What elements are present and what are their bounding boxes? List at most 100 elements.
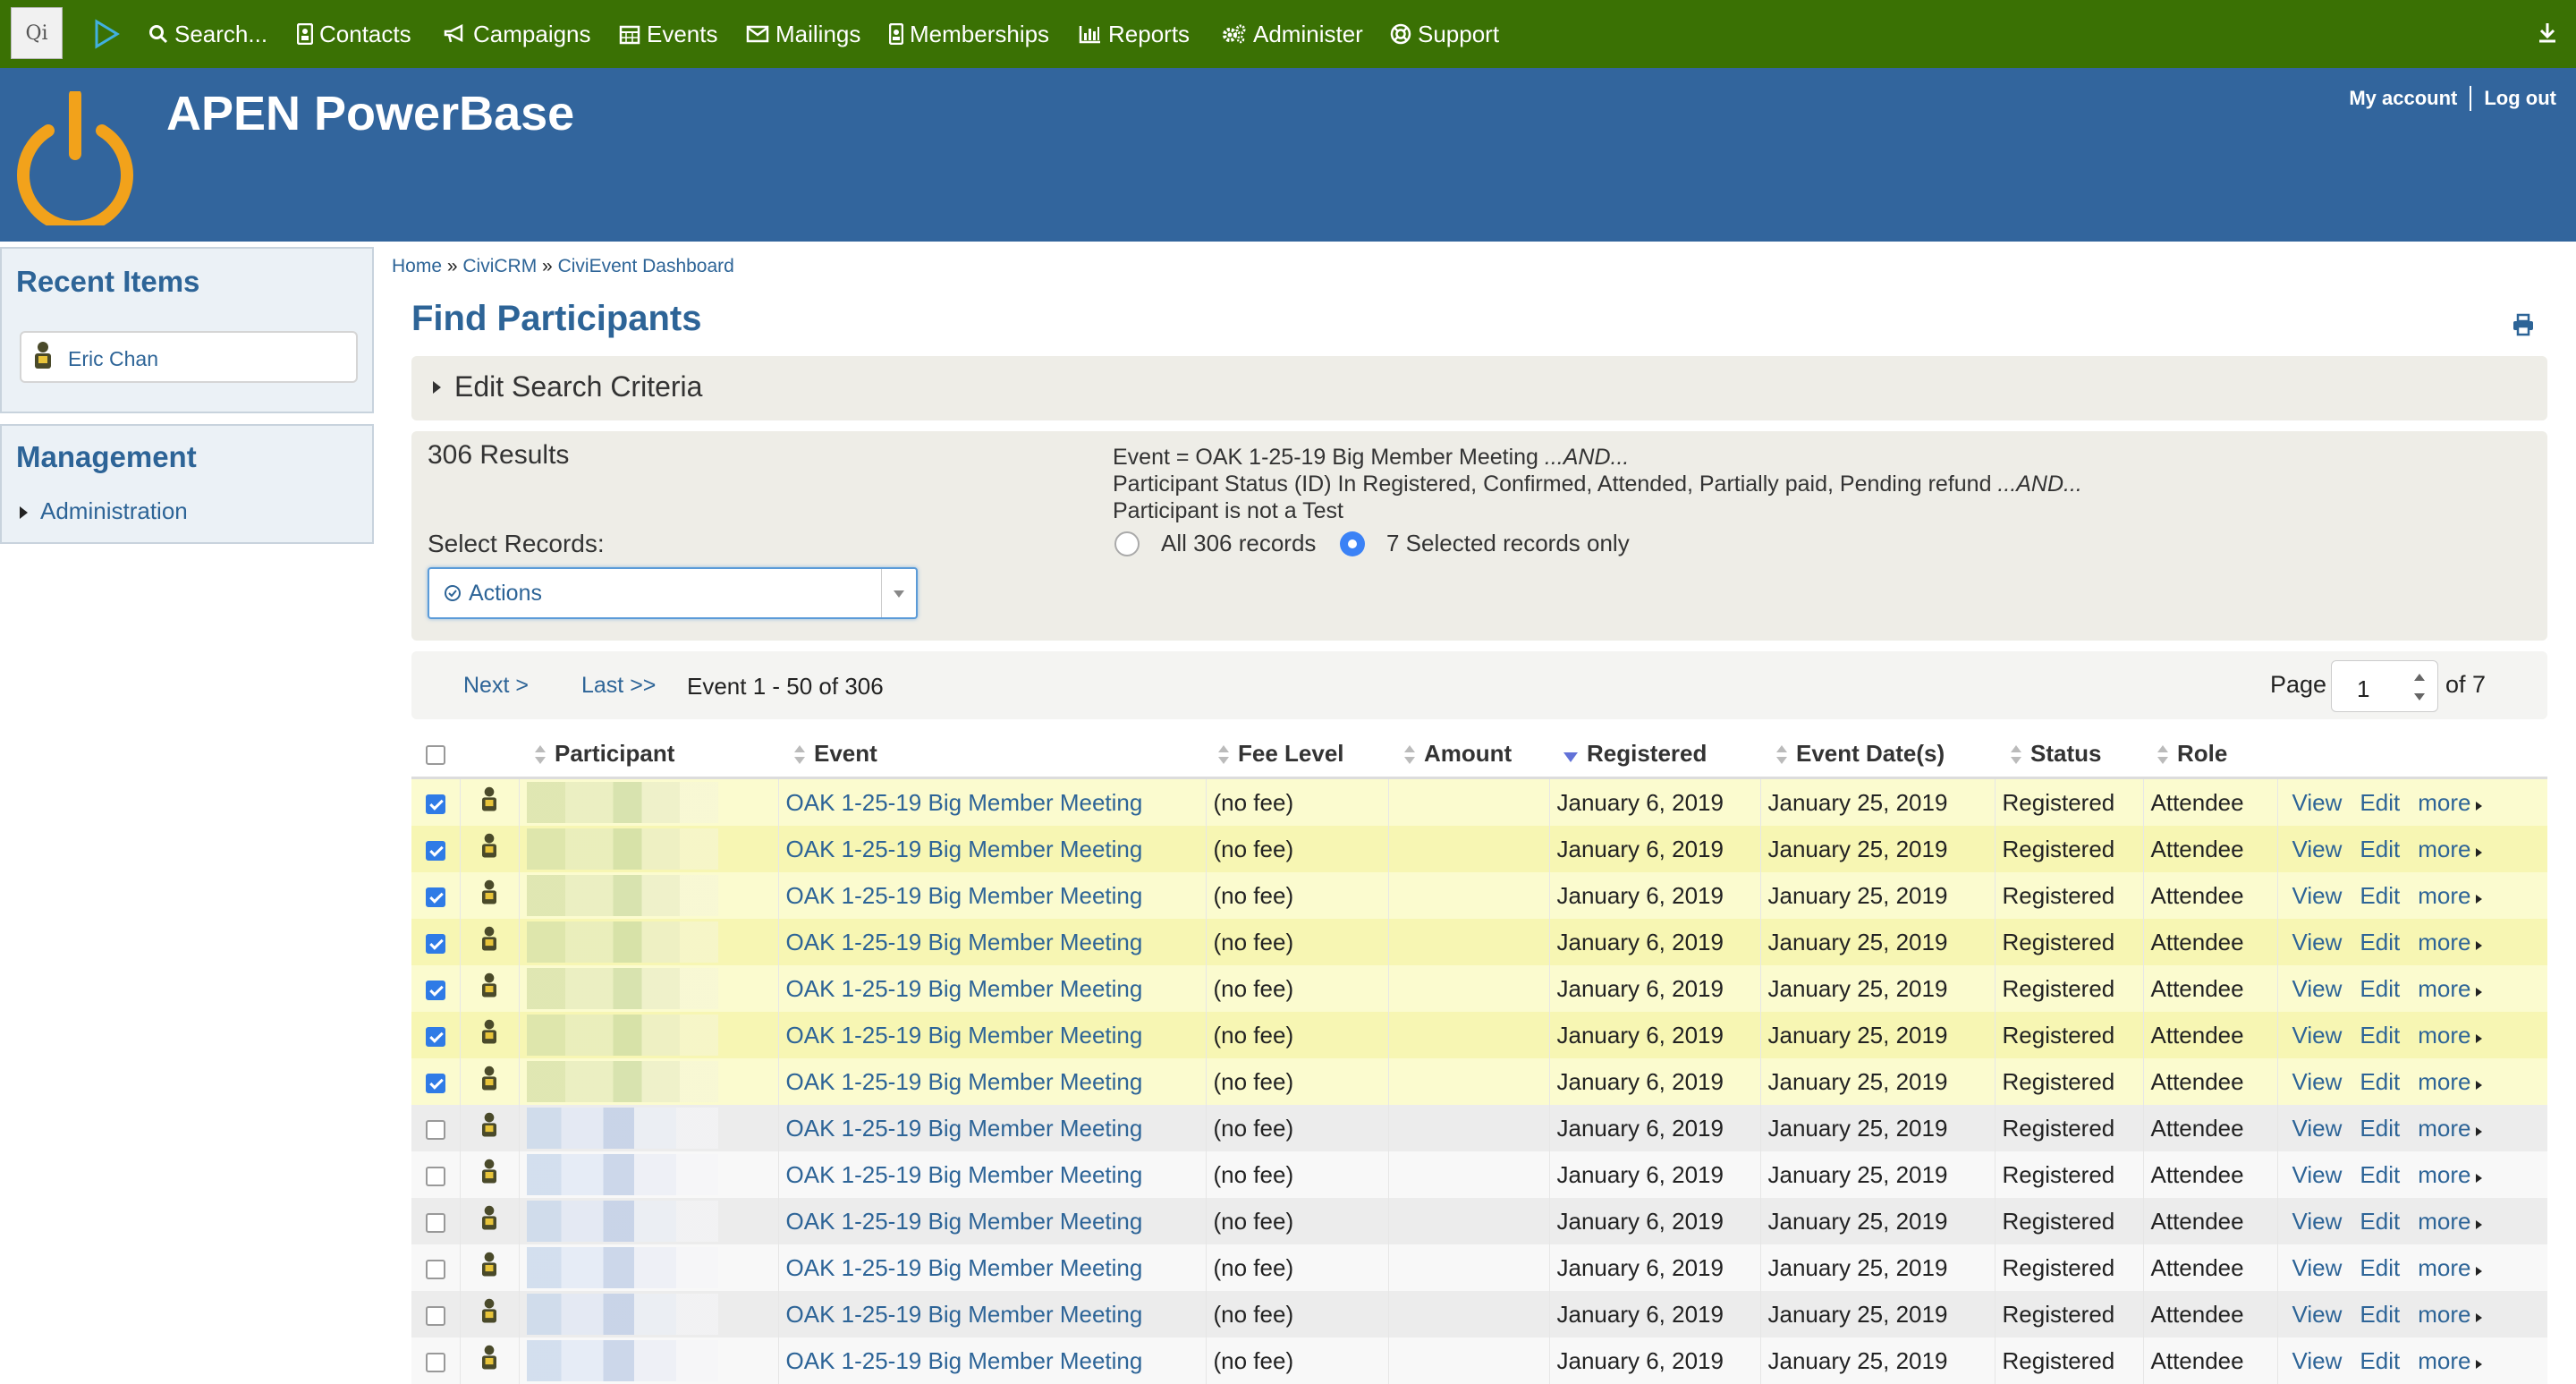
contact-person-icon[interactable]	[479, 1112, 499, 1145]
view-link[interactable]: View	[2292, 1068, 2343, 1095]
contact-person-icon[interactable]	[479, 1345, 499, 1378]
row-checkbox[interactable]	[425, 887, 445, 907]
menu-item-contacts[interactable]: Contacts	[297, 0, 411, 68]
radio-selected-records[interactable]: 7 Selected records only	[1340, 530, 1630, 557]
event-link[interactable]: OAK 1-25-19 Big Member Meeting	[786, 1347, 1143, 1374]
edit-link[interactable]: Edit	[2360, 1301, 2400, 1328]
edit-search-criteria-toggle[interactable]: Edit Search Criteria	[411, 356, 2547, 420]
view-link[interactable]: View	[2292, 789, 2343, 816]
breadcrumb-civievent-dashboard[interactable]: CiviEvent Dashboard	[558, 256, 734, 276]
menu-item-reports[interactable]: Reports	[1079, 0, 1190, 68]
menu-item-label[interactable]: Mailings	[775, 21, 860, 48]
stepper-down-icon[interactable]	[2414, 693, 2425, 700]
more-actions-link[interactable]: more	[2418, 1115, 2482, 1142]
contact-person-icon[interactable]	[479, 1066, 499, 1099]
event-link[interactable]: OAK 1-25-19 Big Member Meeting	[786, 1254, 1143, 1281]
more-actions-link[interactable]: more	[2418, 789, 2482, 816]
view-link[interactable]: View	[2292, 1254, 2343, 1281]
contact-person-icon[interactable]	[479, 926, 499, 959]
edit-link[interactable]: Edit	[2360, 1208, 2400, 1235]
contact-person-icon[interactable]	[479, 1298, 499, 1331]
participant-name-redacted[interactable]	[526, 1247, 718, 1288]
more-actions-link[interactable]: more	[2418, 975, 2482, 1002]
more-actions-link[interactable]: more	[2418, 1208, 2482, 1235]
select-all-checkbox[interactable]	[426, 744, 445, 765]
row-checkbox[interactable]	[425, 840, 445, 861]
edit-link[interactable]: Edit	[2360, 1022, 2400, 1049]
log-out-link[interactable]: Log out	[2484, 87, 2556, 110]
dropdown-arrow-icon[interactable]	[881, 569, 916, 617]
menu-item-memberships[interactable]: Memberships	[889, 0, 1049, 68]
menu-item-campaigns[interactable]: Campaigns	[444, 0, 591, 68]
page-number-value[interactable]: 1	[2357, 675, 2369, 703]
edit-link[interactable]: Edit	[2360, 789, 2400, 816]
view-link[interactable]: View	[2292, 1161, 2343, 1188]
view-link[interactable]: View	[2292, 929, 2343, 955]
event-link[interactable]: OAK 1-25-19 Big Member Meeting	[786, 929, 1143, 955]
participant-name-redacted[interactable]	[526, 828, 718, 870]
participant-name-redacted[interactable]	[526, 1108, 718, 1149]
contact-person-icon[interactable]	[479, 1019, 499, 1052]
edit-link[interactable]: Edit	[2360, 1068, 2400, 1095]
view-link[interactable]: View	[2292, 1115, 2343, 1142]
menu-item-label[interactable]: Search...	[174, 21, 267, 48]
more-actions-link[interactable]: more	[2418, 882, 2482, 909]
contact-person-icon[interactable]	[479, 833, 499, 866]
menu-item-events[interactable]: Events	[619, 0, 718, 68]
edit-search-criteria-label[interactable]: Edit Search Criteria	[454, 370, 702, 403]
more-actions-link[interactable]: more	[2418, 1022, 2482, 1049]
menu-item-support[interactable]: Support	[1390, 0, 1499, 68]
event-link[interactable]: OAK 1-25-19 Big Member Meeting	[786, 1068, 1143, 1095]
row-checkbox[interactable]	[425, 933, 445, 954]
my-account-link[interactable]: My account	[2349, 87, 2457, 110]
play-icon[interactable]	[93, 19, 120, 49]
view-link[interactable]: View	[2292, 1208, 2343, 1235]
menu-item-label[interactable]: Administer	[1253, 21, 1363, 48]
view-link[interactable]: View	[2292, 1347, 2343, 1374]
contact-person-icon[interactable]	[479, 1252, 499, 1285]
more-actions-link[interactable]: more	[2418, 929, 2482, 955]
participant-name-redacted[interactable]	[526, 968, 718, 1009]
participant-name-redacted[interactable]	[526, 875, 718, 916]
radio-all-button[interactable]	[1114, 531, 1140, 556]
row-checkbox[interactable]	[425, 1119, 445, 1140]
edit-link[interactable]: Edit	[2360, 1161, 2400, 1188]
event-link[interactable]: OAK 1-25-19 Big Member Meeting	[786, 789, 1143, 816]
event-link[interactable]: OAK 1-25-19 Big Member Meeting	[786, 836, 1143, 862]
breadcrumb-civicrm[interactable]: CiviCRM	[462, 256, 537, 276]
row-checkbox[interactable]	[425, 1073, 445, 1093]
contact-person-icon[interactable]	[479, 786, 499, 819]
contact-person-icon[interactable]	[479, 972, 499, 1006]
radio-all-label[interactable]: All 306 records	[1161, 530, 1316, 557]
contact-person-icon[interactable]	[479, 1205, 499, 1238]
menu-item-label[interactable]: Reports	[1108, 21, 1190, 48]
more-actions-link[interactable]: more	[2418, 1301, 2482, 1328]
row-checkbox[interactable]	[425, 1259, 445, 1279]
edit-link[interactable]: Edit	[2360, 1347, 2400, 1374]
edit-link[interactable]: Edit	[2360, 1254, 2400, 1281]
recent-item-eric-chan[interactable]: Eric Chan	[20, 331, 358, 383]
row-checkbox[interactable]	[425, 1305, 445, 1326]
menu-item-search[interactable]: Search...	[148, 0, 267, 68]
column-header-amount[interactable]: Amount	[1388, 730, 1549, 779]
event-link[interactable]: OAK 1-25-19 Big Member Meeting	[786, 1022, 1143, 1049]
menu-item-label[interactable]: Contacts	[319, 21, 411, 48]
recent-item-label[interactable]: Eric Chan	[68, 347, 158, 371]
menu-item-administer[interactable]: Administer	[1222, 0, 1363, 68]
site-title[interactable]: APEN PowerBase	[166, 86, 574, 141]
column-header-status[interactable]: Status	[1995, 730, 2143, 779]
column-header-registered[interactable]: Registered	[1549, 730, 1760, 779]
menu-item-mailings[interactable]: Mailings	[746, 0, 860, 68]
more-actions-link[interactable]: more	[2418, 836, 2482, 862]
edit-link[interactable]: Edit	[2360, 836, 2400, 862]
menu-item-label[interactable]: Support	[1418, 21, 1499, 48]
column-header-participant[interactable]: Participant	[519, 730, 778, 779]
participant-name-redacted[interactable]	[526, 782, 718, 823]
radio-selected-button[interactable]	[1340, 531, 1365, 556]
participant-name-redacted[interactable]	[526, 1340, 718, 1381]
column-header-event[interactable]: Event	[778, 730, 1206, 779]
row-checkbox[interactable]	[425, 1026, 445, 1047]
actions-select[interactable]: Actions	[428, 567, 918, 619]
event-link[interactable]: OAK 1-25-19 Big Member Meeting	[786, 1208, 1143, 1235]
radio-all-records[interactable]: All 306 records	[1114, 530, 1316, 557]
